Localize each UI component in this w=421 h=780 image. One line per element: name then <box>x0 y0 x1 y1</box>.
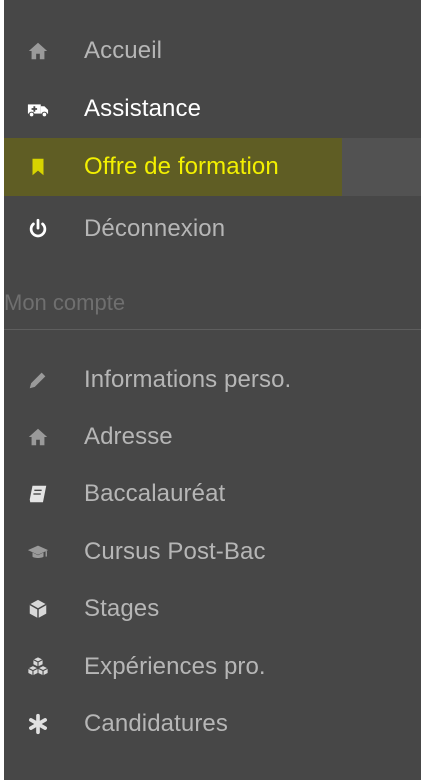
account-item-label: Informations perso. <box>84 366 292 393</box>
section-header-mon-compte: Mon compte <box>4 282 421 330</box>
bookmark-icon <box>26 155 50 179</box>
book-icon <box>26 482 50 506</box>
nav-item-assistance[interactable]: Assistance <box>4 80 421 138</box>
account-item-label: Candidatures <box>84 710 228 737</box>
cubes-icon <box>26 655 50 679</box>
nav-item-label: Offre de formation <box>84 153 279 180</box>
asterisk-icon <box>26 712 50 736</box>
account-item-label: Adresse <box>84 423 173 450</box>
nav-item-deconnexion[interactable]: Déconnexion <box>4 200 421 258</box>
home-icon <box>26 425 50 449</box>
nav-item-label: Déconnexion <box>84 215 226 242</box>
cube-icon <box>26 597 50 621</box>
account-item-label: Stages <box>84 595 160 622</box>
account-item-label: Expériences pro. <box>84 653 266 680</box>
nav-item-offre-de-formation[interactable]: Offre de formation <box>4 138 421 196</box>
section-title: Mon compte <box>4 290 126 315</box>
account-item-cursus-post-bac[interactable]: Cursus Post-Bac <box>4 523 421 581</box>
account-item-candidatures[interactable]: Candidatures <box>4 695 421 753</box>
graduation-cap-icon <box>26 540 50 564</box>
ambulance-icon <box>26 97 50 121</box>
nav-item-accueil[interactable]: Accueil <box>4 22 421 80</box>
account-item-informations-perso[interactable]: Informations perso. <box>4 351 421 409</box>
account-item-stages[interactable]: Stages <box>4 580 421 638</box>
account-item-baccalaureat[interactable]: Baccalauréat <box>4 465 421 523</box>
account-item-adresse[interactable]: Adresse <box>4 408 421 466</box>
power-icon <box>26 217 50 241</box>
sidebar: Accueil Assistance Offre de formation Dé… <box>4 0 421 780</box>
nav-item-label: Accueil <box>84 37 163 64</box>
account-item-experiences-pro[interactable]: Expériences pro. <box>4 638 421 696</box>
nav-item-label: Assistance <box>84 95 202 122</box>
account-item-label: Baccalauréat <box>84 480 226 507</box>
pencil-icon <box>26 368 50 392</box>
account-item-label: Cursus Post-Bac <box>84 538 266 565</box>
home-icon <box>26 39 50 63</box>
